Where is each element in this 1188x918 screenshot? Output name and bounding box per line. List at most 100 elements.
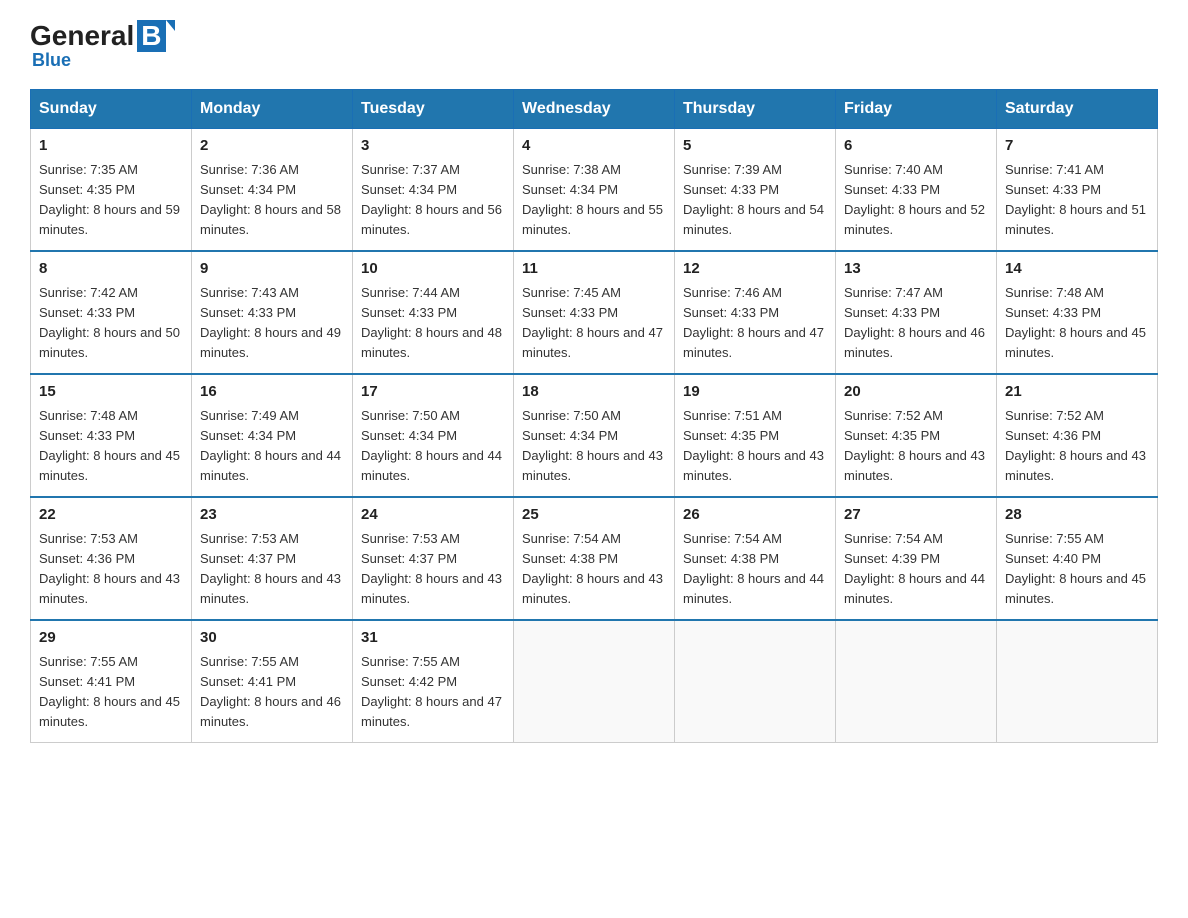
day-cell-26: 26 Sunrise: 7:54 AMSunset: 4:38 PMDaylig… [675, 497, 836, 620]
day-info: Sunrise: 7:42 AMSunset: 4:33 PMDaylight:… [39, 285, 180, 360]
logo: General B [30, 20, 166, 52]
day-number: 25 [522, 504, 666, 527]
day-number: 17 [361, 381, 505, 404]
day-number: 5 [683, 135, 827, 158]
day-cell-16: 16 Sunrise: 7:49 AMSunset: 4:34 PMDaylig… [192, 374, 353, 497]
day-info: Sunrise: 7:49 AMSunset: 4:34 PMDaylight:… [200, 408, 341, 483]
day-cell-12: 12 Sunrise: 7:46 AMSunset: 4:33 PMDaylig… [675, 251, 836, 374]
day-cell-2: 2 Sunrise: 7:36 AMSunset: 4:34 PMDayligh… [192, 129, 353, 252]
day-info: Sunrise: 7:52 AMSunset: 4:35 PMDaylight:… [844, 408, 985, 483]
empty-cell [675, 620, 836, 743]
empty-cell [997, 620, 1158, 743]
day-cell-27: 27 Sunrise: 7:54 AMSunset: 4:39 PMDaylig… [836, 497, 997, 620]
day-info: Sunrise: 7:37 AMSunset: 4:34 PMDaylight:… [361, 162, 502, 237]
day-cell-19: 19 Sunrise: 7:51 AMSunset: 4:35 PMDaylig… [675, 374, 836, 497]
col-header-wednesday: Wednesday [514, 90, 675, 129]
day-number: 9 [200, 258, 344, 281]
day-number: 27 [844, 504, 988, 527]
day-info: Sunrise: 7:54 AMSunset: 4:38 PMDaylight:… [683, 531, 824, 606]
day-number: 18 [522, 381, 666, 404]
day-info: Sunrise: 7:40 AMSunset: 4:33 PMDaylight:… [844, 162, 985, 237]
day-cell-20: 20 Sunrise: 7:52 AMSunset: 4:35 PMDaylig… [836, 374, 997, 497]
day-cell-17: 17 Sunrise: 7:50 AMSunset: 4:34 PMDaylig… [353, 374, 514, 497]
day-info: Sunrise: 7:55 AMSunset: 4:41 PMDaylight:… [39, 654, 180, 729]
day-info: Sunrise: 7:45 AMSunset: 4:33 PMDaylight:… [522, 285, 663, 360]
day-number: 13 [844, 258, 988, 281]
calendar-table: SundayMondayTuesdayWednesdayThursdayFrid… [30, 89, 1158, 743]
day-number: 28 [1005, 504, 1149, 527]
day-info: Sunrise: 7:48 AMSunset: 4:33 PMDaylight:… [39, 408, 180, 483]
day-number: 31 [361, 627, 505, 650]
day-cell-7: 7 Sunrise: 7:41 AMSunset: 4:33 PMDayligh… [997, 129, 1158, 252]
day-cell-5: 5 Sunrise: 7:39 AMSunset: 4:33 PMDayligh… [675, 129, 836, 252]
day-number: 1 [39, 135, 183, 158]
day-info: Sunrise: 7:55 AMSunset: 4:40 PMDaylight:… [1005, 531, 1146, 606]
logo-blue: B [137, 20, 165, 52]
day-info: Sunrise: 7:51 AMSunset: 4:35 PMDaylight:… [683, 408, 824, 483]
day-info: Sunrise: 7:53 AMSunset: 4:37 PMDaylight:… [361, 531, 502, 606]
day-info: Sunrise: 7:43 AMSunset: 4:33 PMDaylight:… [200, 285, 341, 360]
page-header: General B Blue [30, 20, 1158, 71]
day-number: 21 [1005, 381, 1149, 404]
day-number: 24 [361, 504, 505, 527]
day-number: 8 [39, 258, 183, 281]
logo-general: General [30, 20, 134, 52]
day-number: 14 [1005, 258, 1149, 281]
day-number: 12 [683, 258, 827, 281]
day-number: 20 [844, 381, 988, 404]
day-info: Sunrise: 7:44 AMSunset: 4:33 PMDaylight:… [361, 285, 502, 360]
day-info: Sunrise: 7:50 AMSunset: 4:34 PMDaylight:… [522, 408, 663, 483]
day-number: 4 [522, 135, 666, 158]
day-info: Sunrise: 7:48 AMSunset: 4:33 PMDaylight:… [1005, 285, 1146, 360]
day-info: Sunrise: 7:36 AMSunset: 4:34 PMDaylight:… [200, 162, 341, 237]
day-cell-1: 1 Sunrise: 7:35 AMSunset: 4:35 PMDayligh… [31, 129, 192, 252]
day-cell-24: 24 Sunrise: 7:53 AMSunset: 4:37 PMDaylig… [353, 497, 514, 620]
day-cell-25: 25 Sunrise: 7:54 AMSunset: 4:38 PMDaylig… [514, 497, 675, 620]
day-cell-11: 11 Sunrise: 7:45 AMSunset: 4:33 PMDaylig… [514, 251, 675, 374]
day-cell-14: 14 Sunrise: 7:48 AMSunset: 4:33 PMDaylig… [997, 251, 1158, 374]
day-number: 19 [683, 381, 827, 404]
day-cell-15: 15 Sunrise: 7:48 AMSunset: 4:33 PMDaylig… [31, 374, 192, 497]
day-cell-13: 13 Sunrise: 7:47 AMSunset: 4:33 PMDaylig… [836, 251, 997, 374]
logo-area: General B Blue [30, 20, 166, 71]
day-info: Sunrise: 7:47 AMSunset: 4:33 PMDaylight:… [844, 285, 985, 360]
day-number: 29 [39, 627, 183, 650]
day-info: Sunrise: 7:38 AMSunset: 4:34 PMDaylight:… [522, 162, 663, 237]
day-info: Sunrise: 7:54 AMSunset: 4:38 PMDaylight:… [522, 531, 663, 606]
day-info: Sunrise: 7:55 AMSunset: 4:41 PMDaylight:… [200, 654, 341, 729]
day-cell-28: 28 Sunrise: 7:55 AMSunset: 4:40 PMDaylig… [997, 497, 1158, 620]
day-info: Sunrise: 7:35 AMSunset: 4:35 PMDaylight:… [39, 162, 180, 237]
day-cell-21: 21 Sunrise: 7:52 AMSunset: 4:36 PMDaylig… [997, 374, 1158, 497]
day-info: Sunrise: 7:53 AMSunset: 4:37 PMDaylight:… [200, 531, 341, 606]
day-number: 11 [522, 258, 666, 281]
day-number: 3 [361, 135, 505, 158]
day-number: 16 [200, 381, 344, 404]
day-info: Sunrise: 7:39 AMSunset: 4:33 PMDaylight:… [683, 162, 824, 237]
logo-sub: Blue [32, 50, 166, 71]
day-info: Sunrise: 7:46 AMSunset: 4:33 PMDaylight:… [683, 285, 824, 360]
day-number: 7 [1005, 135, 1149, 158]
col-header-monday: Monday [192, 90, 353, 129]
day-number: 23 [200, 504, 344, 527]
day-number: 22 [39, 504, 183, 527]
day-number: 10 [361, 258, 505, 281]
day-info: Sunrise: 7:41 AMSunset: 4:33 PMDaylight:… [1005, 162, 1146, 237]
col-header-friday: Friday [836, 90, 997, 129]
day-info: Sunrise: 7:54 AMSunset: 4:39 PMDaylight:… [844, 531, 985, 606]
day-cell-3: 3 Sunrise: 7:37 AMSunset: 4:34 PMDayligh… [353, 129, 514, 252]
day-number: 2 [200, 135, 344, 158]
empty-cell [514, 620, 675, 743]
day-info: Sunrise: 7:55 AMSunset: 4:42 PMDaylight:… [361, 654, 502, 729]
day-cell-10: 10 Sunrise: 7:44 AMSunset: 4:33 PMDaylig… [353, 251, 514, 374]
day-number: 6 [844, 135, 988, 158]
day-cell-23: 23 Sunrise: 7:53 AMSunset: 4:37 PMDaylig… [192, 497, 353, 620]
day-number: 15 [39, 381, 183, 404]
day-cell-6: 6 Sunrise: 7:40 AMSunset: 4:33 PMDayligh… [836, 129, 997, 252]
day-cell-30: 30 Sunrise: 7:55 AMSunset: 4:41 PMDaylig… [192, 620, 353, 743]
day-cell-29: 29 Sunrise: 7:55 AMSunset: 4:41 PMDaylig… [31, 620, 192, 743]
day-number: 30 [200, 627, 344, 650]
day-number: 26 [683, 504, 827, 527]
empty-cell [836, 620, 997, 743]
day-cell-8: 8 Sunrise: 7:42 AMSunset: 4:33 PMDayligh… [31, 251, 192, 374]
day-info: Sunrise: 7:53 AMSunset: 4:36 PMDaylight:… [39, 531, 180, 606]
